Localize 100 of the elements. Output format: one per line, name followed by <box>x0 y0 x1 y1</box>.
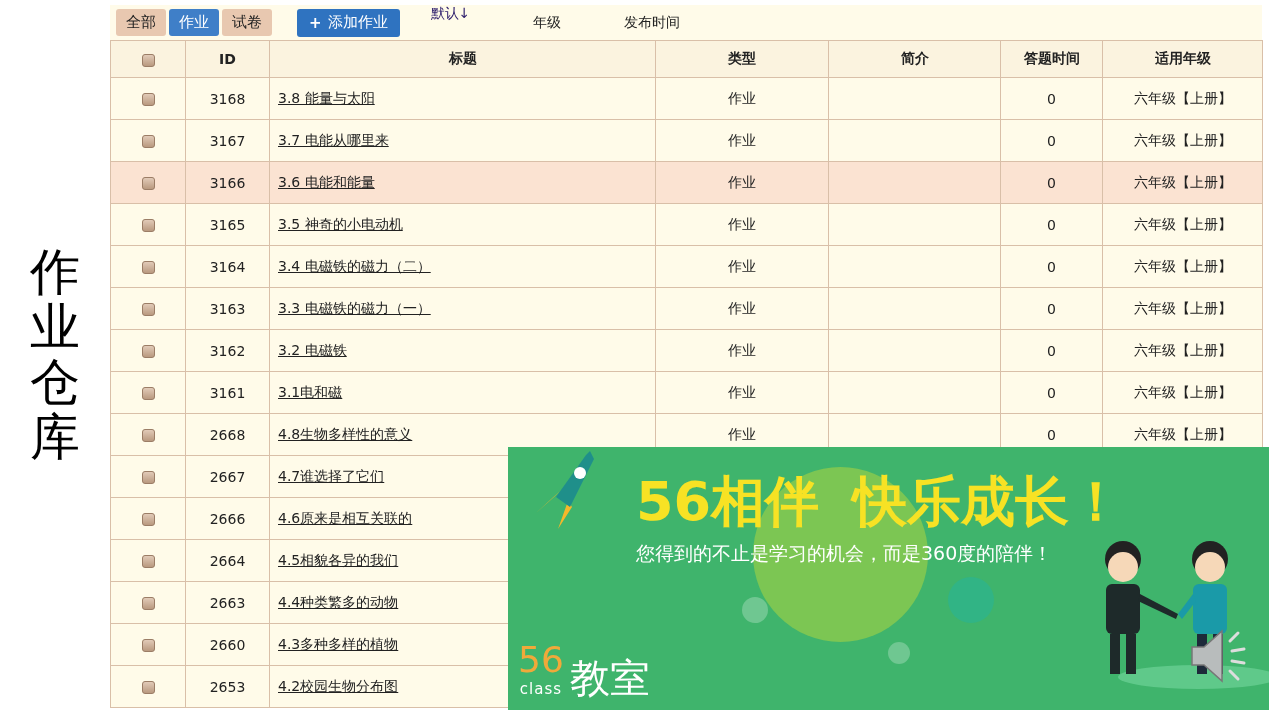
title-link[interactable]: 3.8 能量与太阳 <box>278 89 375 106</box>
time-cell: 0 <box>1047 426 1056 443</box>
type-cell: 作业 <box>728 131 756 148</box>
column-header: 答题时间 <box>1023 50 1080 66</box>
table-row[interactable]: 3161 3.1电和磁 作业 0 六年级【上册】 <box>110 371 1263 414</box>
table-row[interactable]: 3166 3.6 电能和能量 作业 0 六年级【上册】 <box>110 161 1263 204</box>
table-row[interactable]: 3164 3.4 电磁铁的磁力（二） 作业 0 六年级【上册】 <box>110 245 1263 288</box>
title-link[interactable]: 4.4种类繁多的动物 <box>278 593 399 610</box>
id-cell: 3163 <box>209 300 246 317</box>
logo-subtext: class <box>519 680 563 698</box>
type-cell: 作业 <box>728 299 756 316</box>
time-cell: 0 <box>1047 174 1056 191</box>
row-checkbox[interactable] <box>141 681 155 694</box>
id-cell: 3168 <box>209 90 246 107</box>
type-cell: 作业 <box>728 383 756 400</box>
sort-link[interactable]: 年级 <box>533 13 562 32</box>
type-cell: 作业 <box>728 425 756 442</box>
row-checkbox[interactable] <box>141 387 155 400</box>
type-cell: 作业 <box>728 215 756 232</box>
type-cell: 作业 <box>728 341 756 358</box>
id-cell: 2663 <box>209 594 246 611</box>
title-link[interactable]: 3.3 电磁铁的磁力（一） <box>278 299 431 316</box>
select-all-checkbox[interactable] <box>141 53 155 67</box>
title-link[interactable]: 4.6原来是相互关联的 <box>278 509 413 526</box>
filter-tab[interactable]: 全部 <box>116 9 166 36</box>
column-header: 标题 <box>448 50 477 66</box>
id-cell: 2668 <box>209 426 246 443</box>
time-cell: 0 <box>1047 384 1056 401</box>
grade-cell: 六年级【上册】 <box>1133 257 1232 274</box>
row-checkbox[interactable] <box>141 303 155 316</box>
row-checkbox[interactable] <box>141 555 155 568</box>
grade-cell: 六年级【上册】 <box>1133 215 1232 232</box>
title-link[interactable]: 3.4 电磁铁的磁力（二） <box>278 257 431 274</box>
row-checkbox[interactable] <box>141 135 155 148</box>
title-link[interactable]: 3.7 电能从哪里来 <box>278 131 389 148</box>
grade-cell: 六年级【上册】 <box>1133 425 1232 442</box>
id-cell: 3166 <box>209 174 246 191</box>
table-row[interactable]: 3162 3.2 电磁铁 作业 0 六年级【上册】 <box>110 329 1263 372</box>
banner-headline: 56相伴 <box>636 475 820 529</box>
id-cell: 2667 <box>209 468 246 485</box>
title-link[interactable]: 3.1电和磁 <box>278 383 343 400</box>
row-checkbox[interactable] <box>141 345 155 358</box>
title-link[interactable]: 3.5 神奇的小电动机 <box>278 215 403 232</box>
sort-link[interactable]: 发布时间 <box>624 13 681 32</box>
row-checkbox[interactable] <box>141 261 155 274</box>
add-homework-button[interactable]: + 添加作业 <box>297 8 400 37</box>
id-cell: 2666 <box>209 510 246 527</box>
table-row[interactable]: 3167 3.7 电能从哪里来 作业 0 六年级【上册】 <box>110 119 1263 162</box>
logo-name: 教室 <box>569 658 650 698</box>
title-link[interactable]: 4.3多种多样的植物 <box>278 635 399 652</box>
grade-cell: 六年级【上册】 <box>1133 299 1232 316</box>
row-checkbox[interactable] <box>141 177 155 190</box>
type-cell: 作业 <box>728 89 756 106</box>
row-checkbox[interactable] <box>141 471 155 484</box>
id-cell: 2660 <box>209 636 246 653</box>
id-cell: 3167 <box>209 132 246 149</box>
id-cell: 2653 <box>209 678 246 695</box>
column-header: 类型 <box>728 50 756 66</box>
id-cell: 3162 <box>209 342 246 359</box>
filter-tab[interactable]: 作业 <box>169 9 219 36</box>
sort-link[interactable]: 默认↓ <box>430 5 471 23</box>
table-row[interactable]: 3168 3.8 能量与太阳 作业 0 六年级【上册】 <box>110 77 1263 120</box>
type-cell: 作业 <box>728 257 756 274</box>
row-checkbox[interactable] <box>141 513 155 526</box>
title-link[interactable]: 3.6 电能和能量 <box>278 173 375 190</box>
logo-mark: 56 <box>518 639 564 680</box>
title-link[interactable]: 4.8生物多样性的意义 <box>278 425 413 442</box>
grade-cell: 六年级【上册】 <box>1133 173 1232 190</box>
row-checkbox[interactable] <box>141 597 155 610</box>
row-checkbox[interactable] <box>141 639 155 652</box>
title-link[interactable]: 4.7谁选择了它们 <box>278 467 385 484</box>
type-cell: 作业 <box>728 173 756 190</box>
grade-cell: 六年级【上册】 <box>1133 131 1232 148</box>
filter-tab[interactable]: 试卷 <box>222 9 272 36</box>
table-row[interactable]: 3163 3.3 电磁铁的磁力（一） 作业 0 六年级【上册】 <box>110 287 1263 330</box>
table-row[interactable]: 3165 3.5 神奇的小电动机 作业 0 六年级【上册】 <box>110 203 1263 246</box>
title-link[interactable]: 4.5相貌各异的我们 <box>278 551 399 568</box>
title-link[interactable]: 3.2 电磁铁 <box>278 341 347 358</box>
column-header: 适用年级 <box>1154 50 1211 66</box>
time-cell: 0 <box>1047 342 1056 359</box>
row-checkbox[interactable] <box>141 219 155 232</box>
side-title: 作业仓库 <box>30 245 80 465</box>
row-checkbox[interactable] <box>141 429 155 442</box>
column-header: ID <box>219 51 236 67</box>
time-cell: 0 <box>1047 90 1056 107</box>
time-cell: 0 <box>1047 258 1056 275</box>
time-cell: 0 <box>1047 300 1056 317</box>
column-header: 简介 <box>900 50 929 66</box>
time-cell: 0 <box>1047 132 1056 149</box>
grade-cell: 六年级【上册】 <box>1133 341 1232 358</box>
id-cell: 3161 <box>209 384 246 401</box>
banner-tagline: 您得到的不止是学习的机会，而是360度的陪伴！ <box>636 541 1054 566</box>
time-cell: 0 <box>1047 216 1056 233</box>
id-cell: 2664 <box>209 552 246 569</box>
title-link[interactable]: 4.2校园生物分布图 <box>278 677 399 694</box>
id-cell: 3165 <box>209 216 246 233</box>
row-checkbox[interactable] <box>141 93 155 106</box>
grade-cell: 六年级【上册】 <box>1133 383 1232 400</box>
id-cell: 3164 <box>209 258 246 275</box>
grade-cell: 六年级【上册】 <box>1133 89 1232 106</box>
